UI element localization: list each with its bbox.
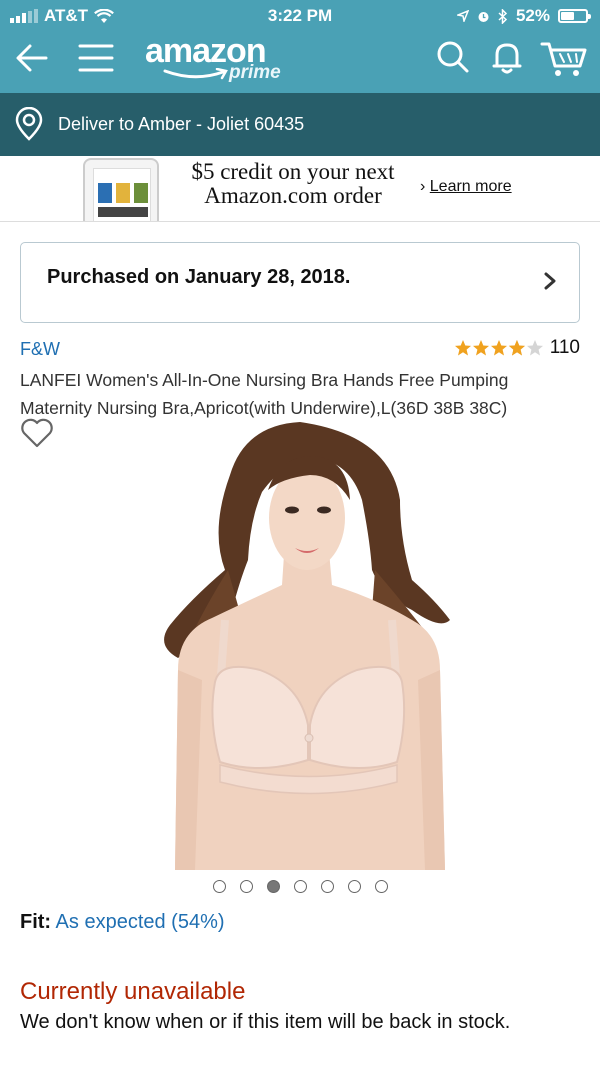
hamburger-menu-icon[interactable] (78, 40, 114, 76)
app-header: amazon prime (0, 32, 600, 93)
fit-info: Fit: As expected (54%) (20, 911, 225, 934)
purchase-history-card[interactable]: Purchased on January 28, 2018. (20, 242, 580, 323)
learn-more-link[interactable]: › Learn more (420, 178, 512, 196)
bell-icon[interactable] (490, 40, 524, 74)
star-rating (454, 340, 543, 356)
availability-status: Currently unavailable (20, 978, 246, 1005)
product-image[interactable] (150, 420, 460, 870)
carousel-dot[interactable] (320, 880, 334, 893)
location-pin-icon (15, 107, 43, 141)
fit-value-link[interactable]: As expected (54%) (56, 911, 225, 933)
learn-more-chevron: › (420, 178, 426, 195)
delivery-bar[interactable]: Deliver to Amber - Joliet 60435 (0, 93, 600, 156)
carousel-dot[interactable] (266, 880, 280, 893)
carousel-dot[interactable] (374, 880, 388, 893)
battery-icon (558, 9, 591, 23)
chevron-right-icon (544, 272, 556, 290)
promo-text: $5 credit on your next Amazon.com order (178, 160, 408, 208)
promo-line-1: $5 credit on your next (191, 159, 395, 184)
product-title: LANFEI Women's All-In-One Nursing Bra Ha… (20, 370, 509, 418)
rating-summary[interactable]: 110 (454, 337, 580, 359)
smile-arrow-icon (163, 68, 228, 80)
amazon-prime-logo[interactable]: amazon prime (145, 32, 281, 83)
cart-icon[interactable] (540, 40, 588, 78)
phone-illustration (83, 158, 159, 221)
image-carousel-dots[interactable] (0, 880, 600, 893)
heart-icon[interactable] (20, 418, 54, 448)
back-arrow-icon[interactable] (14, 40, 50, 76)
brand-link[interactable]: F&W (20, 339, 60, 360)
location-arrow-icon (456, 10, 469, 22)
fit-label: Fit: (20, 911, 52, 933)
promo-banner[interactable]: $5 credit on your next Amazon.com order … (0, 156, 600, 222)
status-bar: AT&T 3:22 PM 52% (0, 0, 600, 32)
promo-line-2: Amazon.com order (204, 183, 382, 208)
delivery-address: Deliver to Amber - Joliet 60435 (58, 114, 305, 134)
purchase-date-label: Purchased on January 28, 2018. (47, 266, 351, 288)
learn-more-label: Learn more (429, 178, 512, 195)
stock-note: We don't know when or if this item will … (20, 1011, 511, 1033)
bluetooth-icon (498, 8, 508, 24)
review-count: 110 (549, 337, 580, 358)
carousel-dot[interactable] (239, 880, 253, 893)
search-icon[interactable] (436, 40, 470, 74)
carousel-dot[interactable] (212, 880, 226, 893)
carousel-dot[interactable] (347, 880, 361, 893)
battery-percent: 52% (515, 6, 550, 25)
logo-prime: prime (229, 62, 281, 83)
carousel-dot[interactable] (293, 880, 307, 893)
alarm-icon (478, 11, 489, 22)
